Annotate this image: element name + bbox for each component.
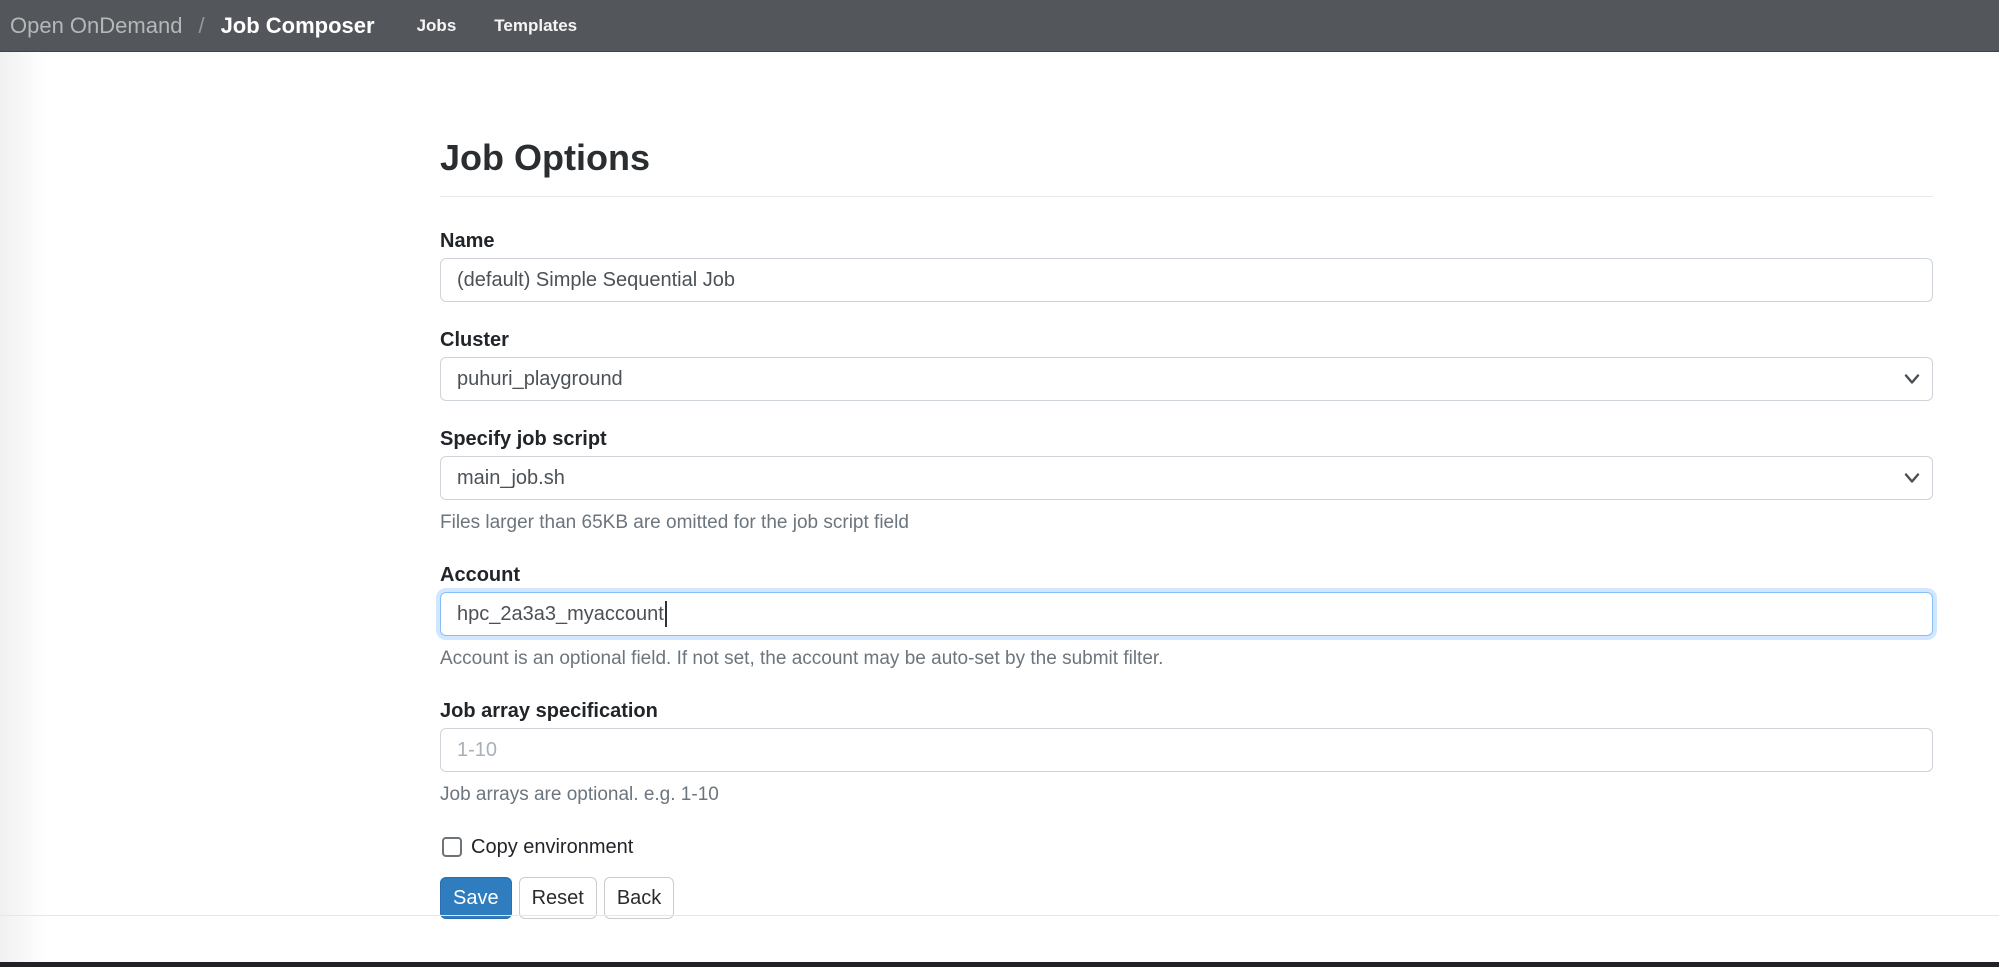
cluster-field-group: Cluster puhuri_playground: [440, 325, 1933, 401]
reset-button[interactable]: Reset: [519, 877, 597, 919]
job-array-help-text: Job arrays are optional. e.g. 1-10: [440, 780, 1933, 809]
job-options-form: Job Options Name Cluster puhuri_playgrou…: [440, 52, 1933, 919]
cluster-selected-value: puhuri_playground: [457, 368, 623, 391]
account-help-text: Account is an optional field. If not set…: [440, 644, 1933, 673]
job-script-help-text: Files larger than 65KB are omitted for t…: [440, 508, 1933, 537]
back-button[interactable]: Back: [604, 877, 674, 919]
content-bottom-divider: [0, 915, 1999, 916]
copy-environment-row: Copy environment: [442, 832, 1933, 862]
chevron-down-icon: [1904, 374, 1920, 385]
chevron-down-icon: [1904, 473, 1920, 484]
copy-environment-label[interactable]: Copy environment: [471, 836, 633, 859]
text-cursor: [665, 601, 667, 627]
footer-strip: [0, 962, 1999, 967]
brand-link[interactable]: Open OnDemand: [10, 13, 182, 39]
name-label: Name: [440, 226, 1933, 256]
job-script-selected-value: main_job.sh: [457, 467, 565, 490]
name-field-group: Name: [440, 226, 1933, 302]
page-title: Job Options: [440, 136, 1933, 179]
nav-item-templates[interactable]: Templates: [494, 16, 577, 36]
cluster-label: Cluster: [440, 325, 1933, 355]
cluster-select[interactable]: puhuri_playground: [440, 357, 1933, 401]
job-array-label: Job array specification: [440, 696, 1933, 726]
form-button-row: Save Reset Back: [440, 877, 1933, 919]
job-script-label: Specify job script: [440, 424, 1933, 454]
copy-environment-checkbox[interactable]: [442, 837, 462, 857]
job-script-field-group: Specify job script main_job.sh Files lar…: [440, 424, 1933, 537]
job-script-select[interactable]: main_job.sh: [440, 456, 1933, 500]
account-label: Account: [440, 560, 1933, 590]
account-input-value: hpc_2a3a3_myaccount: [457, 603, 664, 626]
title-divider: [440, 196, 1933, 197]
account-input[interactable]: hpc_2a3a3_myaccount: [440, 592, 1933, 636]
breadcrumb-separator: /: [198, 13, 204, 39]
job-array-field-group: Job array specification Job arrays are o…: [440, 696, 1933, 809]
account-field-group: Account hpc_2a3a3_myaccount Account is a…: [440, 560, 1933, 673]
job-array-input[interactable]: [440, 728, 1933, 772]
name-input[interactable]: [440, 258, 1933, 302]
top-navbar: Open OnDemand / Job Composer Jobs Templa…: [0, 0, 1999, 52]
app-title-link[interactable]: Job Composer: [221, 13, 375, 39]
nav-item-jobs[interactable]: Jobs: [417, 16, 457, 36]
save-button[interactable]: Save: [440, 877, 512, 919]
left-edge-shade: [0, 52, 46, 962]
